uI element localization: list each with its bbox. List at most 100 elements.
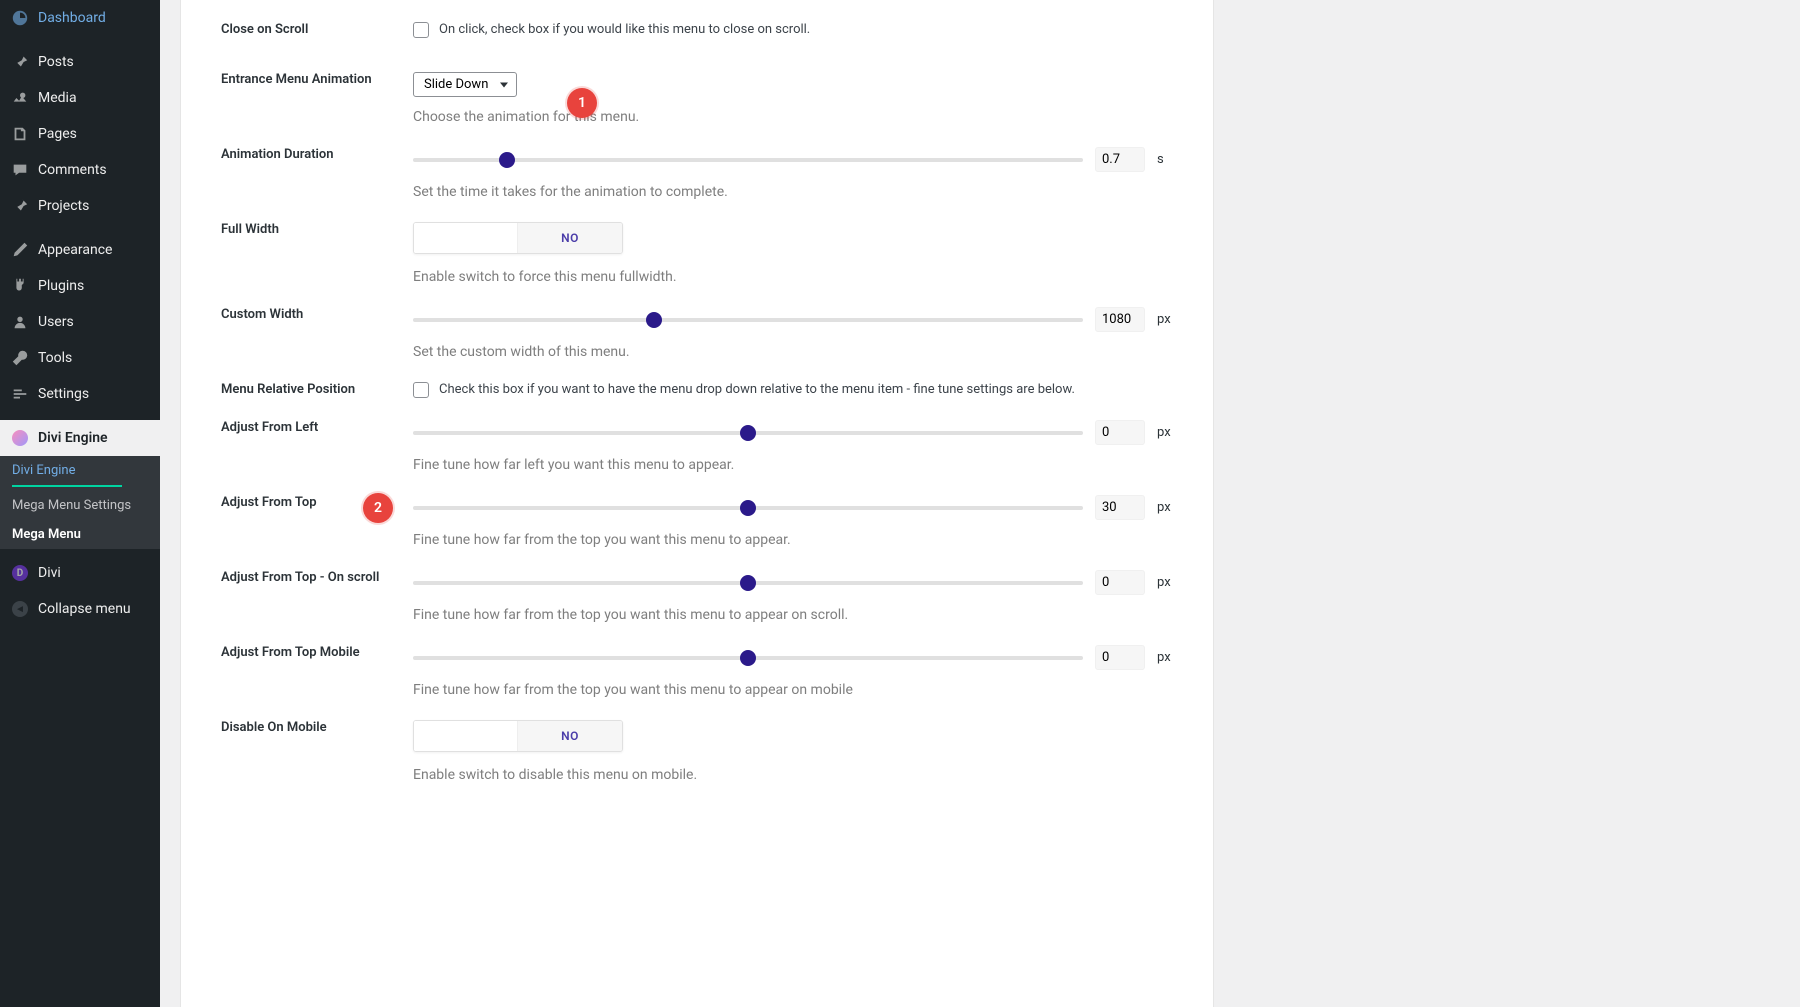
sidebar-label: Appearance [38, 242, 112, 258]
slider-adjust-top-scroll[interactable] [413, 581, 1083, 585]
checkbox-close-on-scroll[interactable] [413, 22, 429, 38]
sidebar-item-tools[interactable]: Tools [0, 340, 160, 376]
desc-animation-duration: Set the time it takes for the animation … [413, 184, 1173, 200]
checkbox-label-close-on-scroll: On click, check box if you would like th… [439, 22, 810, 37]
sidebar-label: Collapse menu [38, 601, 131, 617]
unit-label: px [1157, 425, 1173, 440]
unit-label: px [1157, 650, 1173, 665]
field-custom-width: Custom Width 1080 px Set the custom widt… [221, 285, 1173, 360]
sidebar-item-users[interactable]: Users [0, 304, 160, 340]
dashboard-icon [10, 8, 30, 28]
sidebar-item-projects[interactable]: Projects [0, 188, 160, 224]
input-adjust-left[interactable]: 0 [1095, 420, 1145, 445]
sidebar-item-posts[interactable]: Posts [0, 44, 160, 80]
desc-custom-width: Set the custom width of this menu. [413, 344, 1173, 360]
sidebar-item-appearance[interactable]: Appearance [0, 232, 160, 268]
input-adjust-top-mobile[interactable]: 0 [1095, 645, 1145, 670]
sidebar-item-pages[interactable]: Pages [0, 116, 160, 152]
slider-thumb[interactable] [740, 500, 756, 516]
slider-custom-width[interactable] [413, 318, 1083, 322]
toggle-side-no[interactable]: NO [518, 223, 622, 253]
toggle-disable-mobile[interactable]: NO [413, 720, 623, 752]
sidebar-label: Dashboard [38, 10, 106, 26]
user-icon [10, 312, 30, 332]
sidebar-label: Posts [38, 54, 74, 70]
sidebar-label: Pages [38, 126, 77, 142]
slider-adjust-top[interactable] [413, 506, 1083, 510]
unit-label: s [1157, 152, 1173, 167]
sidebar-label: Divi [38, 565, 61, 581]
sidebar-label: Settings [38, 386, 89, 402]
toggle-side-yes[interactable] [414, 223, 518, 253]
label-adjust-left: Adjust From Left [221, 420, 413, 435]
annotation-badge-2: 2 [363, 493, 393, 523]
sidebar-label: Projects [38, 198, 89, 214]
sidebar-item-comments[interactable]: Comments [0, 152, 160, 188]
submenu-item-mega-menu-settings[interactable]: Mega Menu Settings [0, 491, 160, 520]
sidebar-item-plugins[interactable]: Plugins [0, 268, 160, 304]
desc-adjust-top: Fine tune how far from the top you want … [413, 532, 1173, 548]
divi-icon: D [10, 563, 30, 583]
desc-adjust-top-mobile: Fine tune how far from the top you want … [413, 682, 1173, 698]
sidebar-label: Comments [38, 162, 107, 178]
sidebar-item-settings[interactable]: Settings [0, 376, 160, 412]
select-entrance-animation[interactable]: Slide Down [413, 72, 517, 97]
sidebar-item-media[interactable]: Media [0, 80, 160, 116]
slider-adjust-top-mobile[interactable] [413, 656, 1083, 660]
toggle-side-yes[interactable] [414, 721, 518, 751]
label-adjust-top-mobile: Adjust From Top Mobile [221, 645, 413, 660]
checkbox-relative-position[interactable] [413, 382, 429, 398]
label-full-width: Full Width [221, 222, 413, 237]
field-adjust-left: Adjust From Left 0 px Fine tune how far … [221, 398, 1173, 473]
sidebar-item-collapse[interactable]: ◄ Collapse menu [0, 591, 160, 627]
sidebar-item-divi[interactable]: D Divi [0, 555, 160, 591]
slider-thumb[interactable] [740, 575, 756, 591]
sidebar-submenu-divi-engine: Divi Engine Mega Menu Settings Mega Menu [0, 456, 160, 549]
desc-disable-mobile: Enable switch to disable this menu on mo… [413, 767, 1173, 783]
toggle-side-no[interactable]: NO [518, 721, 622, 751]
pin-icon [10, 196, 30, 216]
divi-engine-icon [10, 428, 30, 448]
sidebar-label: Plugins [38, 278, 84, 294]
collapse-icon: ◄ [10, 599, 30, 619]
sidebar-label: Tools [38, 350, 72, 366]
sidebar-item-dashboard[interactable]: Dashboard [0, 0, 160, 36]
desc-full-width: Enable switch to force this menu fullwid… [413, 269, 1173, 285]
checkbox-label-relative-position: Check this box if you want to have the m… [439, 382, 1075, 397]
label-adjust-top-scroll: Adjust From Top - On scroll [221, 570, 413, 585]
slider-thumb[interactable] [646, 312, 662, 328]
comments-icon [10, 160, 30, 180]
pin-icon [10, 52, 30, 72]
submenu-item-divi-engine[interactable]: Divi Engine [0, 456, 160, 485]
input-animation-duration[interactable]: 0.7 [1095, 147, 1145, 172]
sidebar-item-divi-engine[interactable]: Divi Engine [0, 420, 160, 456]
slider-thumb[interactable] [740, 650, 756, 666]
slider-thumb[interactable] [740, 425, 756, 441]
label-disable-mobile: Disable On Mobile [221, 720, 413, 735]
slider-adjust-left[interactable] [413, 431, 1083, 435]
field-adjust-top-scroll: Adjust From Top - On scroll 0 px Fine tu… [221, 548, 1173, 623]
label-entrance-animation: Entrance Menu Animation [221, 72, 413, 87]
input-custom-width[interactable]: 1080 [1095, 307, 1145, 332]
sidebar-label: Users [38, 314, 74, 330]
field-close-on-scroll: Close on Scroll On click, check box if y… [221, 0, 1173, 38]
plug-icon [10, 276, 30, 296]
media-icon [10, 88, 30, 108]
desc-adjust-top-scroll: Fine tune how far from the top you want … [413, 607, 1173, 623]
sidebar-label: Divi Engine [38, 430, 108, 446]
label-close-on-scroll: Close on Scroll [221, 22, 413, 37]
wp-admin-sidebar: Dashboard Posts Media Pages Comments Pro… [0, 0, 160, 1007]
field-animation-duration: Animation Duration 0.7 s Set the time it… [221, 125, 1173, 200]
input-adjust-top[interactable]: 30 [1095, 495, 1145, 520]
brush-icon [10, 240, 30, 260]
slider-thumb[interactable] [499, 152, 515, 168]
slider-animation-duration[interactable] [413, 158, 1083, 162]
input-adjust-top-scroll[interactable]: 0 [1095, 570, 1145, 595]
wrench-icon [10, 348, 30, 368]
submenu-item-mega-menu[interactable]: Mega Menu [0, 520, 160, 549]
sidebar-label: Media [38, 90, 77, 106]
desc-adjust-left: Fine tune how far left you want this men… [413, 457, 1173, 473]
unit-label: px [1157, 312, 1173, 327]
field-full-width: Full Width NO Enable switch to force thi… [221, 200, 1173, 285]
toggle-full-width[interactable]: NO [413, 222, 623, 254]
